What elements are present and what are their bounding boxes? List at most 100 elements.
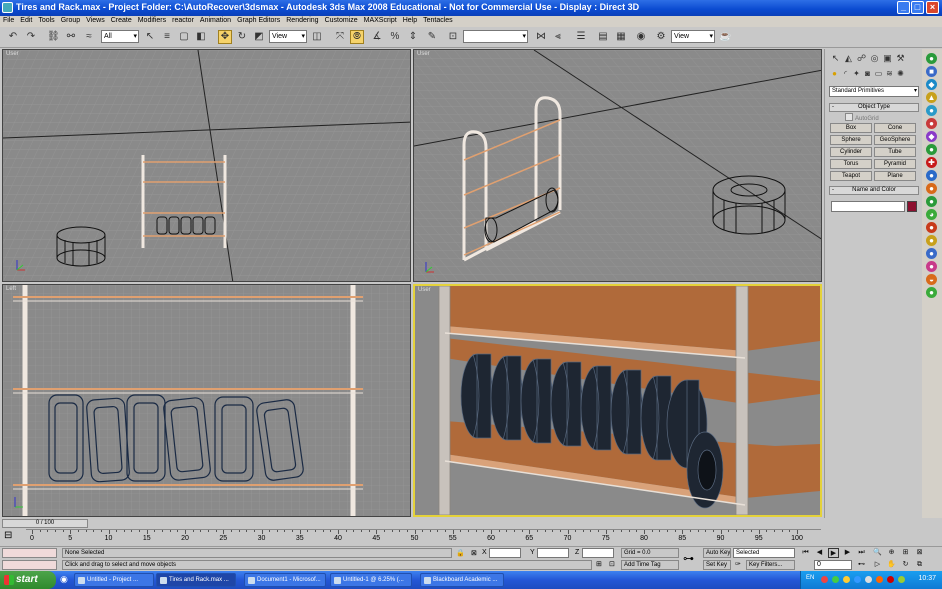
maxscript-listener-output[interactable] bbox=[2, 560, 57, 570]
menu-group[interactable]: Group bbox=[58, 16, 83, 24]
tool-icon[interactable]: ● bbox=[926, 248, 937, 259]
rectangular-selection-icon[interactable]: ▢ bbox=[177, 30, 191, 44]
render-setup-icon[interactable]: ⚙ bbox=[654, 30, 668, 44]
orbit-icon[interactable]: ↻ bbox=[900, 560, 911, 570]
zoom-all-icon[interactable]: ⊕ bbox=[886, 548, 897, 558]
tool-icon[interactable]: ● bbox=[926, 53, 937, 64]
x-coordinate-field[interactable] bbox=[489, 548, 521, 558]
menu-customize[interactable]: Customize bbox=[322, 16, 361, 24]
primitive-category-dropdown[interactable]: Standard Primitives bbox=[829, 86, 919, 97]
tray-icon[interactable] bbox=[865, 576, 872, 583]
go-to-start-icon[interactable]: ⏮ bbox=[800, 548, 811, 558]
add-time-tag-button[interactable]: Add Time Tag bbox=[621, 560, 679, 570]
menu-modifiers[interactable]: Modifiers bbox=[135, 16, 169, 24]
pan-icon[interactable]: ✋ bbox=[886, 560, 897, 570]
schematic-view-icon[interactable]: ▦ bbox=[614, 30, 628, 44]
systems-icon[interactable]: ✺ bbox=[895, 69, 906, 78]
snaps-toggle-icon[interactable]: ⦾ bbox=[350, 30, 364, 44]
lock-selection-icon[interactable]: 🔒 bbox=[456, 549, 465, 557]
percent-snap-icon[interactable]: % bbox=[388, 30, 402, 44]
viewport-bottom-right[interactable]: User bbox=[413, 284, 822, 517]
next-frame-icon[interactable]: ▶ bbox=[842, 548, 853, 558]
tool-icon[interactable]: ● bbox=[926, 196, 937, 207]
time-tag-icon[interactable]: ⊞ bbox=[596, 560, 602, 568]
tool-icon[interactable]: ● bbox=[926, 183, 937, 194]
current-frame-field[interactable]: 0 bbox=[814, 560, 852, 570]
select-and-move-icon[interactable]: ✥ bbox=[218, 30, 232, 44]
close-button[interactable]: × bbox=[926, 1, 939, 14]
material-editor-icon[interactable]: ◉ bbox=[634, 30, 648, 44]
pivot-center-icon[interactable]: ◫ bbox=[310, 30, 324, 44]
field-of-view-icon[interactable]: ▷ bbox=[872, 560, 883, 570]
reference-coordinate-dropdown[interactable]: View bbox=[269, 30, 307, 43]
autogrid-checkbox[interactable]: AutoGrid bbox=[845, 113, 879, 122]
helpers-icon[interactable]: ▭ bbox=[873, 69, 884, 78]
tool-icon[interactable]: ● bbox=[926, 287, 937, 298]
cone-button[interactable]: Cone bbox=[874, 123, 916, 133]
key-mode-icon[interactable]: ✑ bbox=[735, 560, 741, 568]
time-ruler[interactable]: 0 5 10 15 20 25 30 35 40 45 50 55 60 65 70 75 80 85 90 95 10… bbox=[26, 529, 821, 545]
teapot-button[interactable]: Teapot bbox=[830, 171, 872, 181]
key-mode-toggle-icon[interactable]: ⊷ bbox=[856, 560, 867, 570]
quick-render-icon[interactable]: ☕ bbox=[718, 30, 732, 44]
previous-frame-icon[interactable]: ◀ bbox=[814, 548, 825, 558]
curve-editor-icon[interactable]: ▤ bbox=[596, 30, 610, 44]
maximize-viewport-icon[interactable]: ⧉ bbox=[914, 560, 925, 570]
menu-reactor[interactable]: reactor bbox=[169, 16, 197, 24]
hierarchy-tab-icon[interactable]: ☍ bbox=[855, 52, 868, 64]
viewport-top-left[interactable]: User bbox=[2, 49, 411, 282]
key-mode-dropdown[interactable]: Selected bbox=[733, 548, 795, 558]
maxscript-listener-mini[interactable] bbox=[2, 548, 57, 558]
tray-icon[interactable] bbox=[876, 576, 883, 583]
viewport-label[interactable]: Left bbox=[6, 286, 16, 292]
zoom-extents-all-icon[interactable]: ⊠ bbox=[914, 548, 925, 558]
plane-button[interactable]: Plane bbox=[874, 171, 916, 181]
viewport-label[interactable]: User bbox=[417, 51, 430, 57]
select-and-scale-icon[interactable]: ◩ bbox=[252, 30, 266, 44]
y-coordinate-field[interactable] bbox=[537, 548, 569, 558]
tool-icon[interactable]: ◆ bbox=[926, 131, 937, 142]
create-tab-icon[interactable]: ↖ bbox=[829, 52, 842, 64]
modify-tab-icon[interactable]: ◭ bbox=[842, 52, 855, 64]
named-selection-icon[interactable]: ⊡ bbox=[446, 30, 460, 44]
tool-icon[interactable]: ● bbox=[926, 144, 937, 155]
taskbar-item[interactable]: Blackboard Academic ... bbox=[420, 573, 504, 587]
tool-icon[interactable]: ✚ bbox=[926, 157, 937, 168]
select-by-name-icon[interactable]: ≡ bbox=[160, 30, 174, 44]
auto-key-button[interactable]: Auto Key bbox=[703, 548, 731, 558]
object-type-rollout[interactable]: Object Type bbox=[829, 103, 919, 112]
named-selection-sets-dropdown[interactable] bbox=[463, 30, 528, 43]
tool-icon[interactable]: ▲ bbox=[926, 92, 937, 103]
key-icon[interactable]: ⊶ bbox=[683, 552, 694, 565]
cameras-icon[interactable]: ◙ bbox=[862, 69, 873, 78]
object-name-input[interactable] bbox=[831, 201, 905, 212]
pyramid-button[interactable]: Pyramid bbox=[874, 159, 916, 169]
object-color-swatch[interactable] bbox=[907, 201, 917, 212]
redo-icon[interactable]: ↷ bbox=[24, 30, 38, 44]
tray-icon[interactable] bbox=[821, 576, 828, 583]
start-button[interactable]: start bbox=[0, 571, 56, 589]
viewport-bottom-left[interactable]: Left bbox=[2, 284, 411, 517]
minimize-button[interactable]: _ bbox=[897, 1, 910, 14]
viewport-label[interactable]: User bbox=[6, 51, 19, 57]
language-indicator[interactable]: EN bbox=[806, 575, 814, 581]
tool-icon[interactable]: ● bbox=[926, 170, 937, 181]
menu-tools[interactable]: Tools bbox=[35, 16, 57, 24]
edit-named-selection-icon[interactable]: ✎ bbox=[425, 30, 439, 44]
render-view-dropdown[interactable]: View bbox=[671, 30, 715, 43]
tool-icon[interactable]: ● bbox=[926, 105, 937, 116]
app-icon[interactable] bbox=[2, 2, 13, 13]
go-to-end-icon[interactable]: ⏭ bbox=[856, 548, 867, 558]
tube-button[interactable]: Tube bbox=[874, 147, 916, 157]
torus-button[interactable]: Torus bbox=[830, 159, 872, 169]
tool-icon[interactable]: ◒ bbox=[926, 274, 937, 285]
menu-tentacles[interactable]: Tentacles bbox=[420, 16, 456, 24]
zoom-extents-icon[interactable]: ⊞ bbox=[900, 548, 911, 558]
lights-icon[interactable]: ✦ bbox=[851, 69, 862, 78]
tool-icon[interactable]: ■ bbox=[926, 66, 937, 77]
key-filters-button[interactable]: Key Filters... bbox=[746, 560, 795, 570]
sphere-button[interactable]: Sphere bbox=[830, 135, 872, 145]
layer-manager-icon[interactable]: ☰ bbox=[574, 30, 588, 44]
angle-snap-icon[interactable]: ∡ bbox=[370, 30, 384, 44]
quick-launch-icon[interactable]: ◉ bbox=[60, 574, 68, 585]
